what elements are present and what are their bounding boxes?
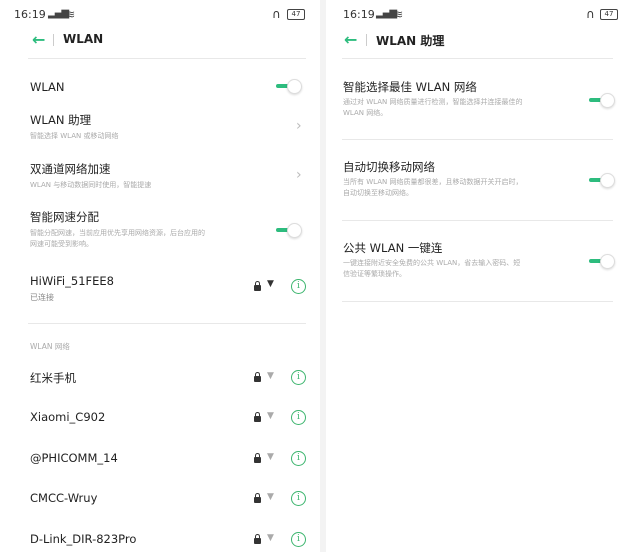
chevron-right-icon: ›: [296, 167, 302, 183]
assistant-item-label: 智能选择最佳 WLAN 网络: [343, 80, 477, 94]
network-row[interactable]: 红米手机 ▼ i: [0, 370, 320, 390]
status-time: 16:19: [14, 8, 46, 21]
network-row[interactable]: D-Link_DIR-823Pro ▼ i: [0, 532, 320, 552]
divider: [342, 139, 613, 140]
network-row[interactable]: CMCC-Wruy ▼ i: [0, 491, 320, 511]
info-icon[interactable]: i: [291, 491, 306, 506]
smart-speed-sub-1: 智能分配网速，当前应用优先享用网络资源，后台应用的: [30, 229, 205, 237]
back-arrow-icon[interactable]: ←: [32, 30, 45, 49]
wifi-signal-icon: ▼: [267, 371, 274, 381]
page-title: WLAN: [63, 32, 104, 46]
lock-icon: [254, 372, 261, 382]
status-time: 16:19: [343, 8, 375, 21]
assistant-item-row[interactable]: 公共 WLAN 一键连 一键连接附近安全免费的公共 WLAN，省去输入密码、短 …: [326, 240, 623, 290]
divider: [28, 58, 306, 59]
lock-icon: [254, 281, 261, 291]
header-bar: ← WLAN 助理: [326, 30, 623, 52]
assistant-item-label: 公共 WLAN 一键连: [343, 241, 443, 255]
assistant-item-label: 自动切换移动网络: [343, 160, 435, 174]
assistant-item-sub-1: 当所有 WLAN 网络质量都很差，且移动数据开关开启时，: [343, 178, 523, 186]
wifi-signal-icon: ▼: [267, 279, 274, 289]
info-icon[interactable]: i: [291, 279, 306, 294]
network-ssid: 红米手机: [30, 371, 76, 385]
connected-status: 已连接: [30, 293, 54, 302]
wifi-signal-icon: ▼: [267, 533, 274, 543]
info-icon[interactable]: i: [291, 532, 306, 547]
assistant-item-toggle[interactable]: [589, 173, 615, 188]
wlan-assistant-label: WLAN 助理: [30, 113, 92, 127]
assistant-item-sub-2: 自动切换至移动网络。: [343, 189, 413, 197]
assistant-item-row[interactable]: 自动切换移动网络 当所有 WLAN 网络质量都很差，且移动数据开关开启时， 自动…: [326, 159, 623, 209]
status-bar: 16:19 ▂▄▆ ≋ ∩ 47: [326, 7, 623, 24]
assistant-item-toggle[interactable]: [589, 93, 615, 108]
wifi-status-icon: ≋: [394, 8, 403, 21]
info-icon[interactable]: i: [291, 410, 306, 425]
lock-icon: [254, 453, 261, 463]
divider: [342, 220, 613, 221]
network-row[interactable]: @PHICOMM_14 ▼ i: [0, 451, 320, 471]
connected-network-row[interactable]: HiWiFi_51FEE8 已连接 ▼ i: [0, 274, 320, 308]
network-ssid: @PHICOMM_14: [30, 451, 118, 465]
wlan-assistant-sub: 智能选择 WLAN 或移动网络: [30, 132, 119, 140]
network-row[interactable]: Xiaomi_C902 ▼ i: [0, 410, 320, 430]
wlan-assistant-row[interactable]: WLAN 助理 智能选择 WLAN 或移动网络 ›: [0, 112, 320, 146]
battery-icon: 47: [287, 9, 305, 20]
lock-icon: [254, 534, 261, 544]
info-icon[interactable]: i: [291, 451, 306, 466]
divider: [342, 58, 613, 59]
network-ssid: Xiaomi_C902: [30, 410, 106, 424]
wifi-signal-icon: ▼: [267, 492, 274, 502]
divider: [342, 301, 613, 302]
wlan-settings-screen: 16:19 ▂▄▆ ≋ ∩ 47 ← WLAN WLAN WLAN 助理 智能选…: [0, 0, 320, 552]
dual-channel-label: 双通道网络加速: [30, 162, 111, 176]
headphones-icon: ∩: [272, 7, 281, 21]
dual-channel-row[interactable]: 双通道网络加速 WLAN 与移动数据同时使用，智能提速 ›: [0, 161, 320, 195]
wlan-assistant-screen: 16:19 ▂▄▆ ≋ ∩ 47 ← WLAN 助理 智能选择最佳 WLAN 网…: [326, 0, 623, 552]
wifi-signal-icon: ▼: [267, 411, 274, 421]
wlan-toggle-row[interactable]: WLAN: [0, 78, 320, 98]
network-ssid: D-Link_DIR-823Pro: [30, 532, 137, 546]
smart-speed-row[interactable]: 智能网速分配 智能分配网速，当前应用优先享用网络资源，后台应用的 网速可能受到影…: [0, 209, 320, 255]
status-bar: 16:19 ▂▄▆ ≋ ∩ 47: [0, 7, 320, 24]
header-bar: ← WLAN: [0, 30, 320, 52]
smart-speed-label: 智能网速分配: [30, 210, 99, 224]
wlan-label: WLAN: [30, 80, 65, 94]
info-icon[interactable]: i: [291, 370, 306, 385]
divider: [28, 323, 306, 324]
smart-speed-toggle[interactable]: [276, 223, 302, 238]
wlan-networks-section-title: WLAN 网络: [30, 342, 70, 351]
dual-channel-sub: WLAN 与移动数据同时使用，智能提速: [30, 181, 152, 189]
header-separator: [53, 34, 54, 46]
headphones-icon: ∩: [586, 7, 595, 21]
wlan-toggle[interactable]: [276, 79, 302, 94]
assistant-item-sub-1: 通过对 WLAN 网络质量进行检测，智能选择并连接最佳的: [343, 98, 523, 106]
wifi-signal-icon: ▼: [267, 452, 274, 462]
battery-icon: 47: [600, 9, 618, 20]
back-arrow-icon[interactable]: ←: [344, 30, 357, 49]
lock-icon: [254, 412, 261, 422]
assistant-item-row[interactable]: 智能选择最佳 WLAN 网络 通过对 WLAN 网络质量进行检测，智能选择并连接…: [326, 79, 623, 129]
header-separator: [366, 34, 367, 46]
lock-icon: [254, 493, 261, 503]
assistant-item-sub-2: WLAN 网络。: [343, 109, 388, 117]
chevron-right-icon: ›: [296, 118, 302, 134]
network-ssid: CMCC-Wruy: [30, 491, 98, 505]
page-title: WLAN 助理: [376, 34, 445, 48]
wifi-status-icon: ≋: [66, 8, 75, 21]
assistant-item-sub-2: 信验证等繁琐操作。: [343, 270, 406, 278]
assistant-item-sub-1: 一键连接附近安全免费的公共 WLAN，省去输入密码、短: [343, 259, 521, 267]
connected-ssid: HiWiFi_51FEE8: [30, 274, 114, 288]
assistant-item-toggle[interactable]: [589, 254, 615, 269]
smart-speed-sub-2: 网速可能受到影响。: [30, 240, 93, 248]
